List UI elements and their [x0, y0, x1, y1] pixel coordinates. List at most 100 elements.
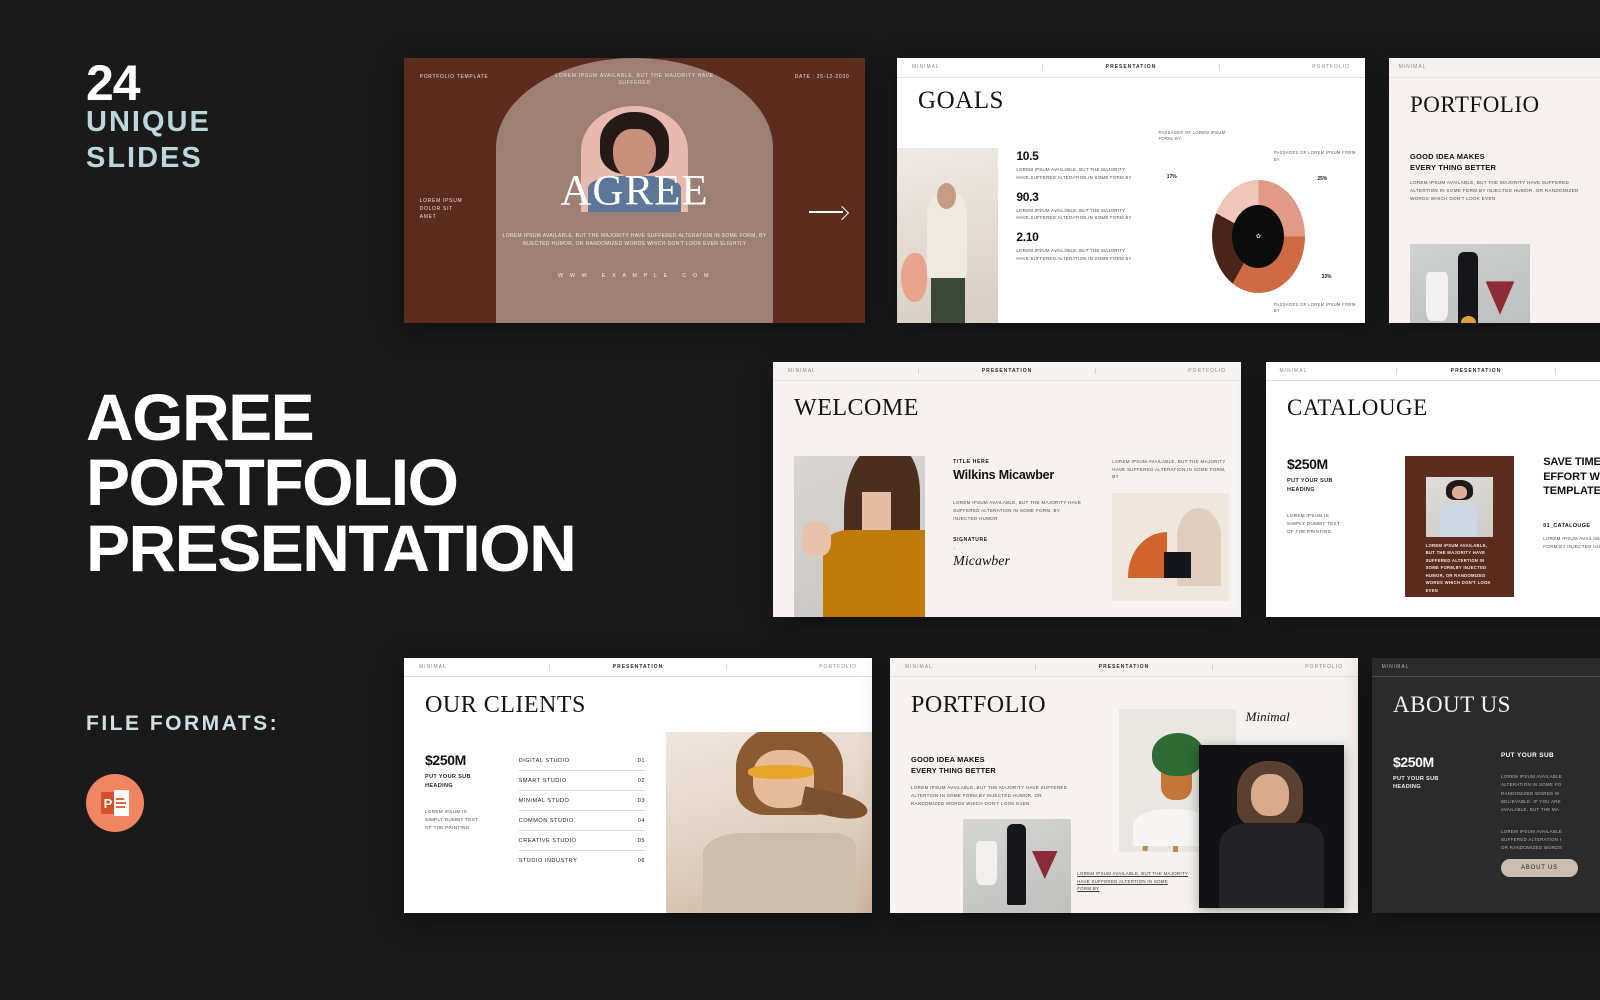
catalouge-index-label: 01_CATALOUGE	[1543, 522, 1591, 529]
slide-our-clients[interactable]: MINIMAL PRESENTATION PORTFOLIO OUR CLIEN…	[404, 658, 872, 913]
welcome-signature-colon: :-	[953, 546, 956, 552]
slide-header: MINIMAL PRESENTATION	[1266, 362, 1600, 382]
client-number: 01	[637, 757, 646, 764]
slide-goals[interactable]: MINIMAL PRESENTATION PORTFOLIO GOALS 10.…	[897, 58, 1365, 323]
list-item[interactable]: DIGITAL STUDIO 01	[518, 751, 646, 772]
list-item[interactable]: SMART STUDIO 02	[518, 771, 646, 792]
portfolio-bottom-photo-wine	[963, 818, 1071, 913]
stat-number: 90.3	[1016, 189, 1039, 204]
stat-text: LOREM IPSUM AVAILABLE, BUT THE MAJORITY …	[1016, 248, 1132, 261]
slide-catalouge[interactable]: MINIMAL PRESENTATION CATALOUGE $250M PUT…	[1266, 362, 1600, 617]
chart-caption-top-left: PASSAGES OF LOREM IPSUM FORM, BY	[1158, 129, 1226, 142]
list-item[interactable]: CREATIVE STUDIO 05	[518, 831, 646, 852]
clients-price: $250M	[425, 752, 466, 769]
slide-header: MINIMAL PRESENTATION PORTFOLIO	[404, 658, 872, 678]
powerpoint-page	[114, 790, 129, 816]
file-formats-label: FILE FORMATS:	[86, 712, 280, 735]
chart-label-33: 33%	[1321, 273, 1332, 280]
client-name: CREATIVE STUDIO	[518, 837, 577, 844]
catalouge-title: CATALOUGE	[1287, 395, 1428, 421]
goals-stat-item: 10.5 LOREM IPSUM AVAILABLE, BUT THE MAJO…	[1016, 149, 1133, 181]
slide-header: MINIMAL	[1372, 658, 1600, 678]
header-left-label: MINIMAL	[904, 664, 933, 671]
title-line-1: AGREE	[86, 380, 315, 454]
about-right-column: PUT YOUR SUB LOREM IPSUM AVAILABLE ALTER…	[1501, 752, 1600, 852]
cover-website-url: W W W . E X A M P L E . C O M	[557, 272, 712, 279]
portfolio-bottom-body: LOREM IPSUM AVAILABLE, BUT THE MAJORITY …	[911, 785, 1068, 806]
stat-text: LOREM IPSUM AVAILABLE, BUT THE MAJORITY …	[1016, 207, 1132, 221]
center-monogram: ✿	[1255, 233, 1261, 240]
header-right-label: PORTFOLIO	[1188, 368, 1227, 375]
cover-left-caption: LOREM IPSUM DOLOR SIT AMET	[419, 198, 463, 220]
about-subhead: PUT YOUR SUB HEADING	[1393, 775, 1439, 791]
portfolio-top-title: PORTFOLIO	[1410, 92, 1540, 118]
header-left-label: MINIMAL	[1398, 64, 1427, 71]
title-line-3: PRESENTATION	[86, 510, 577, 585]
portfolio-bottom-subhead: GOOD IDEA MAKES EVERY THING BETTER	[911, 754, 996, 775]
about-left-column: $250M PUT YOUR SUB HEADING	[1393, 754, 1471, 792]
chart-label-17: 17%	[1166, 174, 1177, 181]
catalouge-card-text: LOREM IPSUM AVAILABLE, BUT THE MAJORITY …	[1425, 542, 1491, 594]
slide-portfolio-top[interactable]: MINIMAL PORTFOLIO GOOD IDEA MAKES EVERY …	[1389, 58, 1600, 323]
goals-donut-chart: PASSAGES OF LOREM IPSUM FORM, BY PASSAGE…	[1154, 130, 1360, 316]
list-item[interactable]: COMMON STUDIO 04	[518, 811, 646, 832]
header-center-label: PRESENTATION	[918, 368, 1096, 375]
about-kicker: PUT YOUR SUB	[1501, 752, 1554, 760]
portfolio-bottom-signature: Minimal	[1245, 709, 1290, 724]
client-name: DIGITAL STUDIO	[518, 757, 570, 764]
catalouge-card-photo	[1425, 477, 1493, 537]
catalouge-card: LOREM IPSUM AVAILABLE, BUT THE MAJORITY …	[1404, 456, 1514, 597]
stat-text: LOREM IPSUM AVAILABLE, BUT THE MAJORITY …	[1016, 167, 1132, 180]
cover-top-center-label: LOREM IPSUM AVAILABLE, BUT THE MAJORITY …	[555, 72, 714, 87]
list-item[interactable]: MINIMAL STUDO 03	[518, 791, 646, 812]
welcome-bio-block: TITLE HERE Wilkins Micawber LOREM IPSUM …	[953, 459, 1084, 570]
slide-portfolio-bottom[interactable]: MINIMAL PRESENTATION PORTFOLIO PORTFOLIO…	[890, 658, 1358, 913]
client-number: 02	[637, 777, 646, 784]
slide-about-us[interactable]: MINIMAL ABOUT US $250M PUT YOUR SUB HEAD…	[1372, 658, 1600, 913]
chart-caption-bottom-right: PASSAGES OF LOREM IPSUM FORM, BY	[1273, 301, 1358, 314]
header-left-label: MINIMAL	[911, 64, 940, 71]
welcome-signature: Micawber	[953, 554, 1010, 570]
catalouge-right-body: LOREM IPSUM AVAILABLE, HAVE SUFFERED ALT…	[1543, 535, 1600, 549]
catalouge-note: LOREM IPSUM IS SIMPLY DUMMY TEXT OF THE …	[1287, 513, 1341, 535]
header-right-label: PORTFOLIO	[1312, 64, 1351, 71]
header-left-label: MINIMAL	[1381, 664, 1410, 671]
arrow-right-icon[interactable]	[808, 206, 847, 218]
header-left-label: MINIMAL	[418, 664, 447, 671]
slide-header: MINIMAL	[1389, 58, 1600, 78]
goals-title: GOALS	[918, 87, 1004, 115]
header-center-label: PRESENTATION	[549, 664, 727, 671]
clients-list: DIGITAL STUDIO 01 SMART STUDIO 02 MINIMA…	[518, 751, 646, 870]
welcome-kicker: TITLE HERE	[953, 458, 990, 465]
stat-number: 2.10	[1016, 230, 1039, 245]
catalouge-subhead: PUT YOUR SUB HEADING	[1287, 478, 1333, 493]
portfolio-bottom-link[interactable]: LOREM IPSUM AVAILABLE, BUT THE MAJORITY …	[1077, 870, 1189, 894]
cover-wordmark: AGREE	[560, 167, 709, 214]
catalouge-headline: SAVE TIME EFFORT WI TEMPLATE	[1543, 456, 1600, 498]
clients-title: OUR CLIENTS	[425, 692, 586, 719]
catalouge-right-column: SAVE TIME EFFORT WI TEMPLATE 01_CATALOUG…	[1543, 455, 1600, 551]
cover-body-text: LOREM IPSUM AVAILABLE, BUT THE MAJORITY …	[502, 232, 767, 248]
clients-note: LOREM IPSUM IS SIMPLY DUMMY TEXT OF THE …	[425, 809, 479, 831]
slide-header: MINIMAL PRESENTATION PORTFOLIO	[897, 58, 1365, 78]
slide-header: MINIMAL PRESENTATION PORTFOLIO	[773, 362, 1241, 382]
slide-welcome[interactable]: MINIMAL PRESENTATION PORTFOLIO WELCOME T…	[773, 362, 1241, 617]
welcome-title: WELCOME	[794, 395, 919, 422]
about-body-1: LOREM IPSUM AVAILABLE ALTERATION IN SOME…	[1501, 774, 1563, 812]
clients-left-column: $250M PUT YOUR SUB HEADING LOREM IPSUM I…	[425, 752, 519, 832]
slide-header: MINIMAL PRESENTATION PORTFOLIO	[890, 658, 1358, 678]
client-name: STUDIO INDUSTRY	[518, 857, 578, 864]
list-item[interactable]: STUDIO INDUSTRY 06	[519, 851, 645, 870]
catalouge-left-column: $250M PUT YOUR SUB HEADING LOREM IPSUM I…	[1287, 456, 1379, 536]
slide-cover[interactable]: PORTFOLIO TEMPLATE LOREM IPSUM AVAILABLE…	[404, 58, 865, 323]
powerpoint-icon: P	[86, 774, 144, 832]
welcome-person-name: Wilkins Micawber	[953, 467, 1055, 482]
welcome-photo	[794, 456, 926, 617]
donut-center-mark: ✿	[1232, 204, 1285, 268]
header-right-label: PORTFOLIO	[819, 664, 858, 671]
client-name: COMMON STUDIO	[518, 817, 574, 824]
about-body-2: LOREM IPSUM AVAILABLE SUFFERED ALTERATIO…	[1501, 829, 1563, 851]
about-us-button[interactable]: ABOUT US	[1501, 859, 1578, 878]
goals-photo	[897, 148, 998, 323]
powerpoint-glyph: P	[101, 790, 129, 816]
